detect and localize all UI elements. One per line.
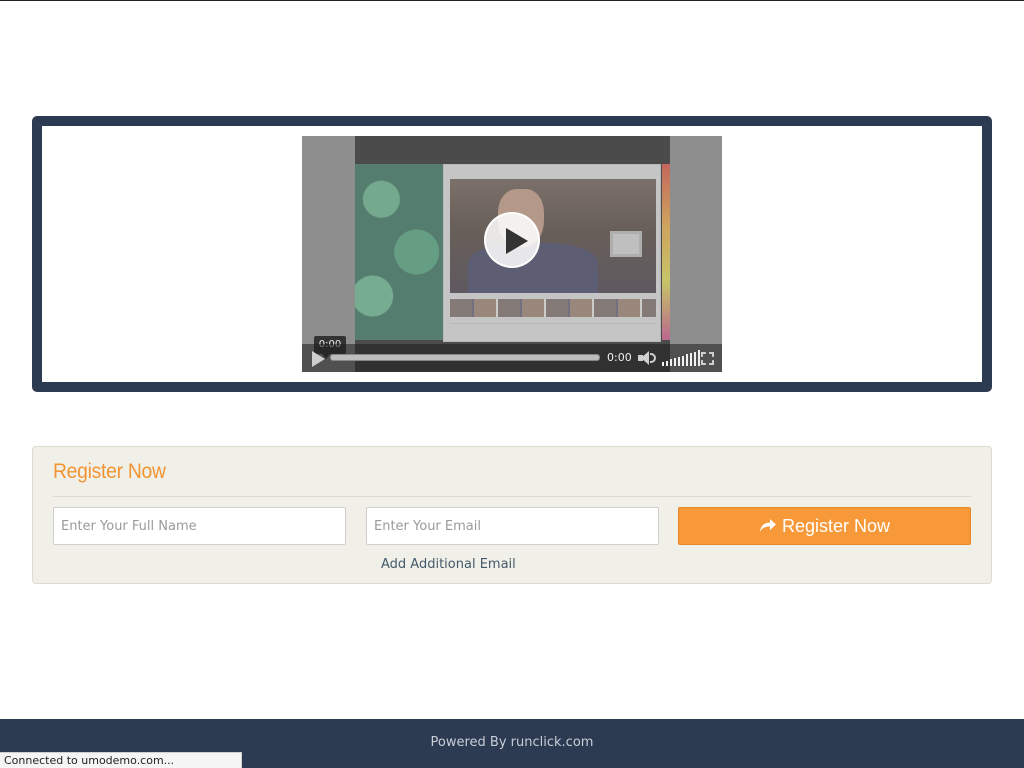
volume-bar	[678, 356, 680, 366]
volume-bar	[682, 355, 684, 366]
volume-bar	[666, 360, 668, 366]
video-controls: 0:00	[302, 344, 722, 372]
footer-text: Powered By runclick.com	[430, 735, 594, 750]
fullscreen-icon[interactable]	[701, 352, 714, 365]
register-title: Register Now	[53, 460, 166, 483]
full-name-input[interactable]	[53, 507, 346, 545]
video-container: 0:00 0:00	[42, 126, 982, 382]
volume-bar	[698, 350, 700, 366]
play-circle-icon[interactable]	[484, 212, 540, 268]
video-player[interactable]: 0:00 0:00	[302, 136, 722, 372]
volume-bar	[670, 359, 672, 366]
share-arrow-icon	[759, 518, 777, 534]
play-icon[interactable]	[312, 351, 325, 367]
current-time: 0:00	[607, 351, 632, 364]
browser-status-bar: Connected to umodemo.com...	[0, 752, 242, 768]
volume-bar	[674, 358, 676, 366]
register-button-label: Register Now	[781, 515, 891, 536]
volume-bar	[662, 362, 664, 366]
progress-slider[interactable]	[330, 354, 600, 361]
speaker-icon[interactable]	[638, 351, 656, 365]
add-additional-email-link[interactable]: Add Additional Email	[381, 557, 516, 572]
volume-bar	[694, 351, 696, 366]
volume-bar	[690, 352, 692, 366]
email-input[interactable]	[366, 507, 659, 545]
volume-bar	[686, 354, 688, 366]
register-panel: Register Now Register Now Add Additional…	[32, 446, 992, 584]
volume-slider[interactable]	[662, 350, 700, 366]
register-divider	[53, 496, 971, 497]
video-panel: 0:00 0:00	[32, 116, 992, 392]
register-now-button[interactable]: Register Now	[678, 507, 971, 545]
